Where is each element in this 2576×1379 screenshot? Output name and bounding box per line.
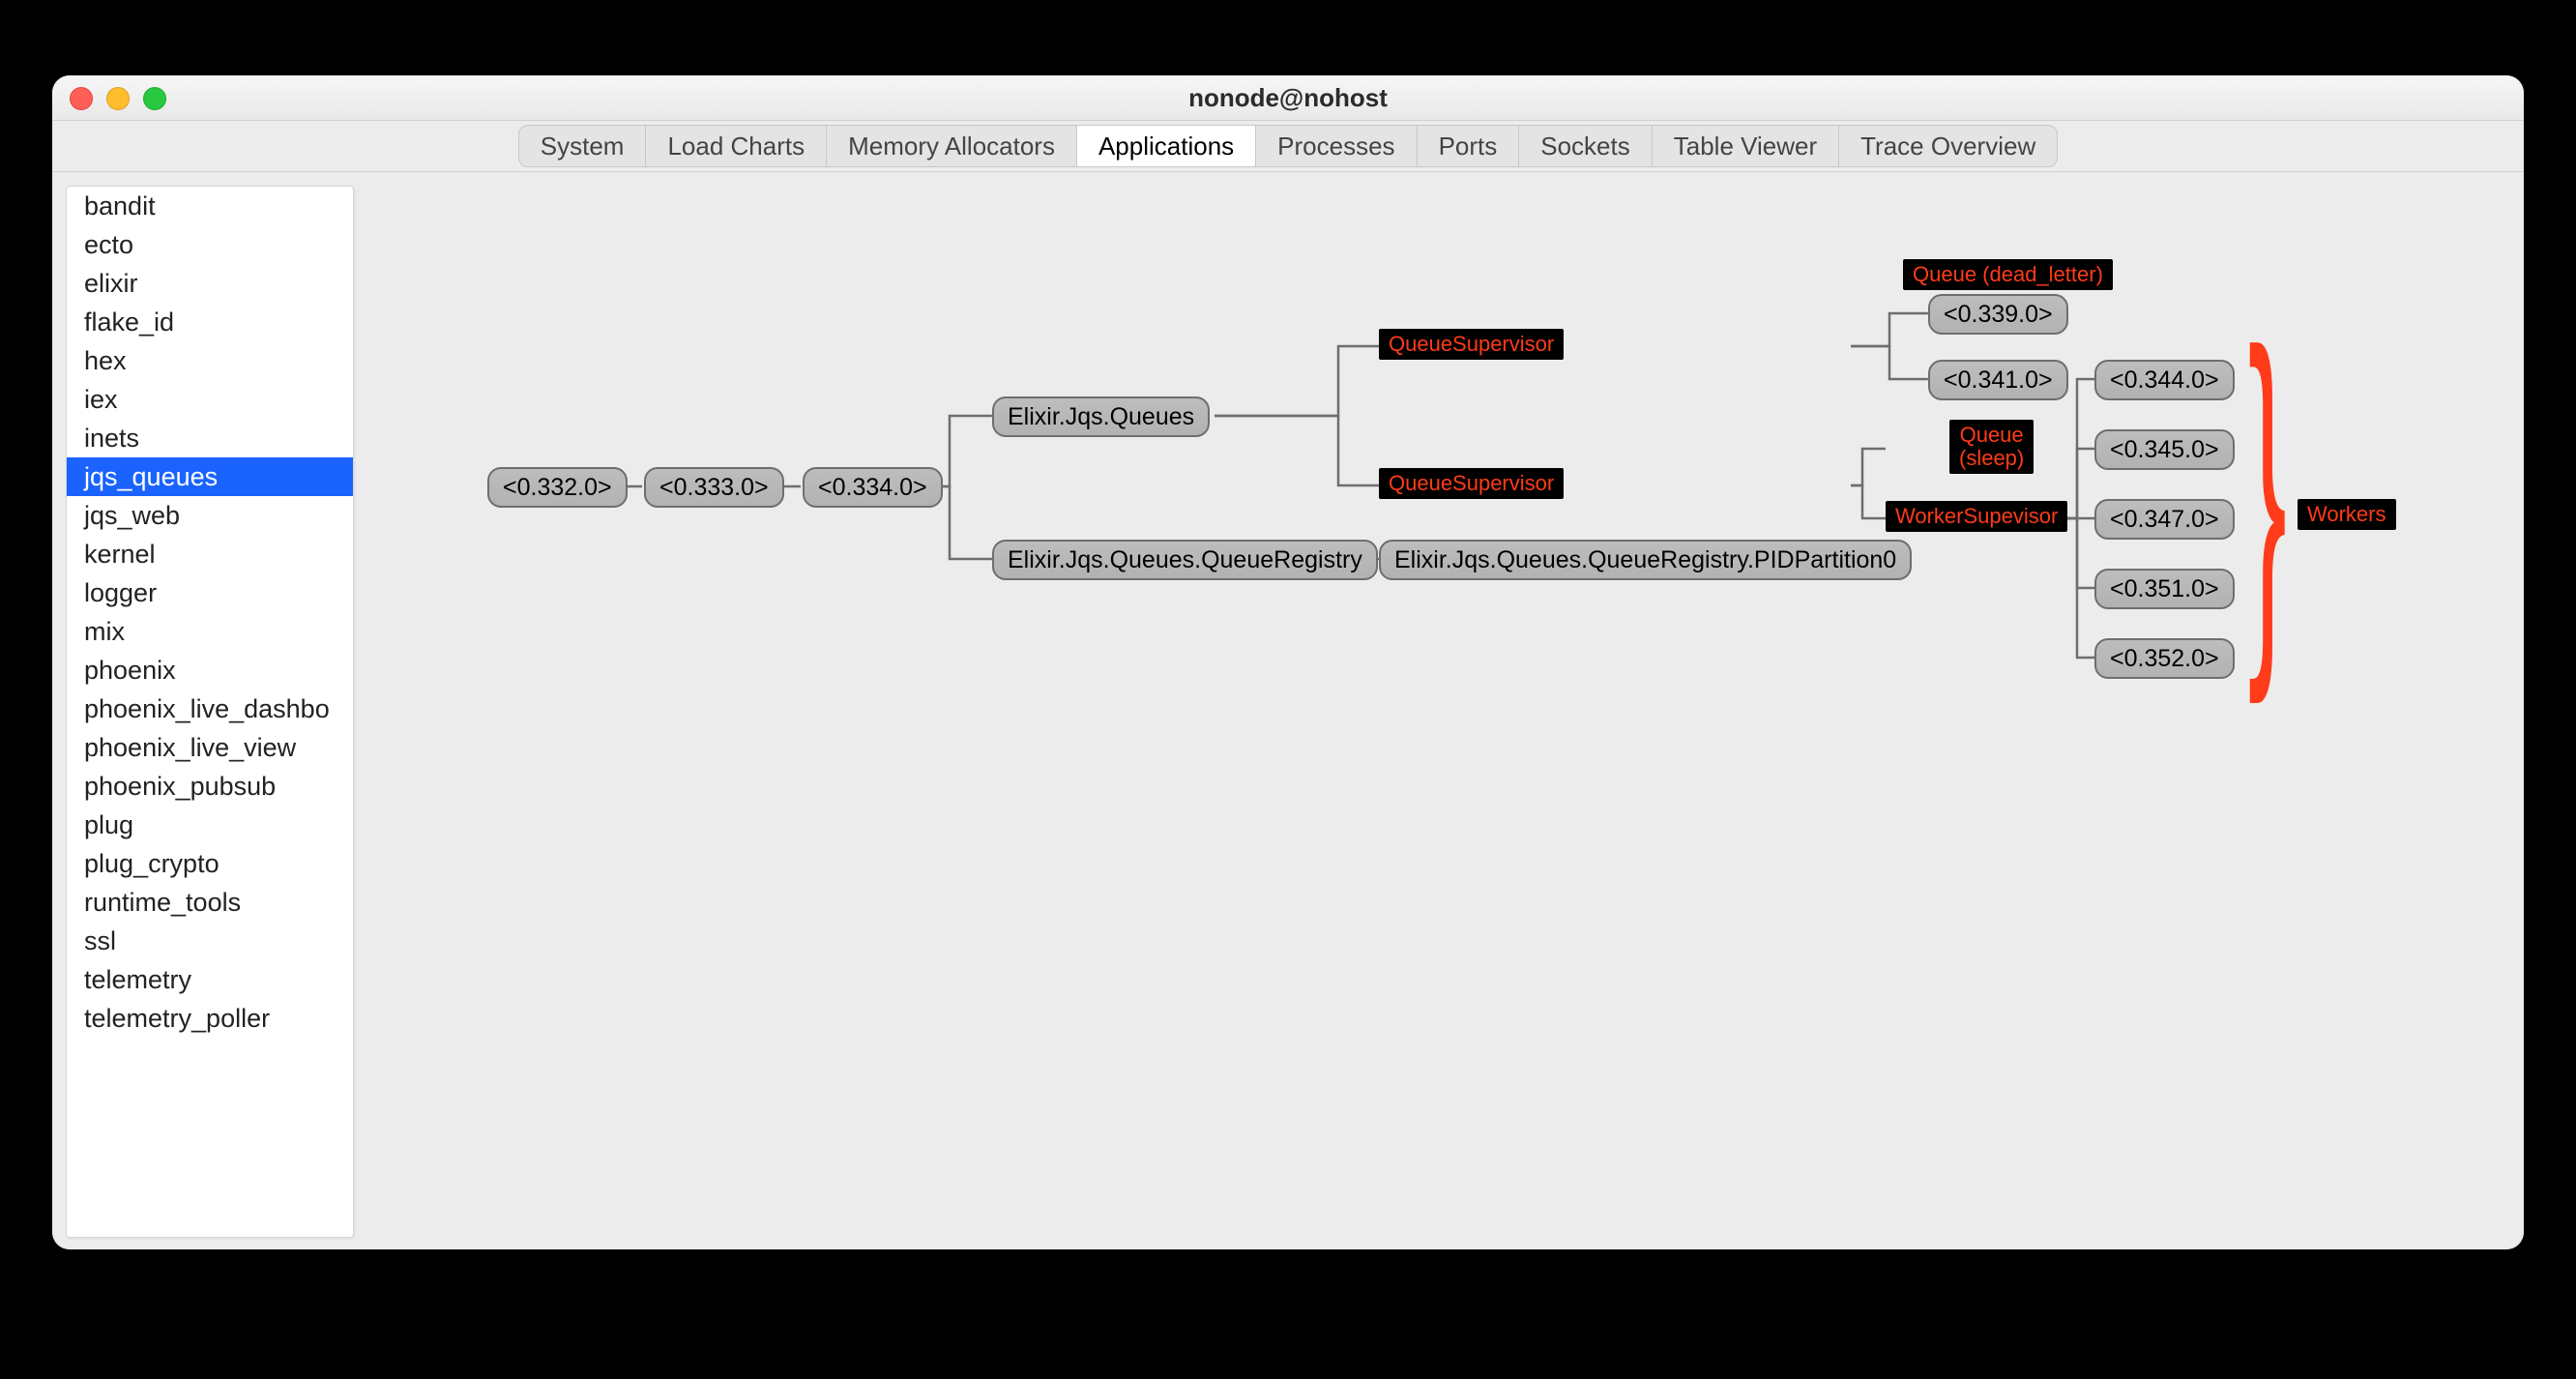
sidebar-item-kernel[interactable]: kernel [67, 535, 353, 573]
sidebar-item-iex[interactable]: iex [67, 380, 353, 419]
proc-registry-partition0[interactable]: Elixir.Jqs.Queues.QueueRegistry.PIDParti… [1379, 540, 1912, 580]
label-queue-dead-letter: Queue (dead_letter) [1903, 259, 2113, 290]
tab-table-viewer[interactable]: Table Viewer [1653, 126, 1839, 166]
sidebar-item-mix[interactable]: mix [67, 612, 353, 651]
sidebar-item-telemetry[interactable]: telemetry [67, 960, 353, 999]
tabset: SystemLoad ChartsMemory AllocatorsApplic… [518, 125, 2058, 167]
sidebar-item-plug[interactable]: plug [67, 806, 353, 844]
proc-345[interactable]: <0.345.0> [2094, 429, 2235, 470]
proc-344[interactable]: <0.344.0> [2094, 360, 2235, 400]
proc-352[interactable]: <0.352.0> [2094, 638, 2235, 679]
proc-queues[interactable]: Elixir.Jqs.Queues [992, 396, 1210, 437]
sidebar-item-runtime_tools[interactable]: runtime_tools [67, 883, 353, 922]
traffic-lights [70, 87, 166, 110]
window-title: nonode@nohost [52, 83, 2524, 113]
brace-icon: } [2248, 296, 2287, 683]
process-tree-canvas[interactable]: <0.332.0> <0.333.0> <0.334.0> Elixir.Jqs… [354, 172, 2524, 1249]
tab-processes[interactable]: Processes [1256, 126, 1417, 166]
proc-333[interactable]: <0.333.0> [644, 467, 784, 508]
content: banditectoelixirflake_idhexiexinetsjqs_q… [52, 172, 2524, 1249]
label-queue-supervisor-2: QueueSupervisor [1379, 468, 1564, 499]
minimize-icon[interactable] [106, 87, 130, 110]
tab-sockets[interactable]: Sockets [1519, 126, 1653, 166]
sidebar-item-jqs_queues[interactable]: jqs_queues [67, 457, 353, 496]
titlebar[interactable]: nonode@nohost [52, 75, 2524, 121]
tab-memory-allocators[interactable]: Memory Allocators [827, 126, 1077, 166]
sidebar-item-phoenix_pubsub[interactable]: phoenix_pubsub [67, 767, 353, 806]
proc-332[interactable]: <0.332.0> [487, 467, 628, 508]
sidebar-item-phoenix[interactable]: phoenix [67, 651, 353, 690]
sidebar-item-elixir[interactable]: elixir [67, 264, 353, 303]
sidebar-item-phoenix_live_view[interactable]: phoenix_live_view [67, 728, 353, 767]
label-worker-supervisor: WorkerSupevisor [1886, 501, 2067, 532]
sidebar-item-plug_crypto[interactable]: plug_crypto [67, 844, 353, 883]
sidebar-item-ssl[interactable]: ssl [67, 922, 353, 960]
proc-339[interactable]: <0.339.0> [1928, 294, 2068, 335]
tab-trace-overview[interactable]: Trace Overview [1839, 126, 2057, 166]
sidebar-item-bandit[interactable]: bandit [67, 187, 353, 225]
sidebar-item-phoenix_live_dashbo[interactable]: phoenix_live_dashbo [67, 690, 353, 728]
close-icon[interactable] [70, 87, 93, 110]
proc-334[interactable]: <0.334.0> [803, 467, 943, 508]
sidebar-item-logger[interactable]: logger [67, 573, 353, 612]
proc-351[interactable]: <0.351.0> [2094, 569, 2235, 609]
tab-applications[interactable]: Applications [1077, 126, 1256, 166]
sidebar-item-ecto[interactable]: ecto [67, 225, 353, 264]
proc-341[interactable]: <0.341.0> [1928, 360, 2068, 400]
proc-347[interactable]: <0.347.0> [2094, 499, 2235, 540]
tab-ports[interactable]: Ports [1418, 126, 1520, 166]
tab-system[interactable]: System [519, 126, 647, 166]
sidebar-item-hex[interactable]: hex [67, 341, 353, 380]
tab-load-charts[interactable]: Load Charts [646, 126, 827, 166]
label-queue-supervisor-1: QueueSupervisor [1379, 329, 1564, 360]
label-workers: Workers [2298, 499, 2396, 530]
sidebar-item-jqs_web[interactable]: jqs_web [67, 496, 353, 535]
sidebar-item-inets[interactable]: inets [67, 419, 353, 457]
tabbar: SystemLoad ChartsMemory AllocatorsApplic… [52, 121, 2524, 172]
proc-queue-registry[interactable]: Elixir.Jqs.Queues.QueueRegistry [992, 540, 1378, 580]
zoom-icon[interactable] [143, 87, 166, 110]
sidebar-item-flake_id[interactable]: flake_id [67, 303, 353, 341]
sidebar-item-telemetry_poller[interactable]: telemetry_poller [67, 999, 353, 1038]
application-list[interactable]: banditectoelixirflake_idhexiexinetsjqs_q… [66, 186, 354, 1238]
label-queue-sleep: Queue (sleep) [1949, 420, 2034, 474]
app-window: nonode@nohost SystemLoad ChartsMemory Al… [52, 75, 2524, 1249]
